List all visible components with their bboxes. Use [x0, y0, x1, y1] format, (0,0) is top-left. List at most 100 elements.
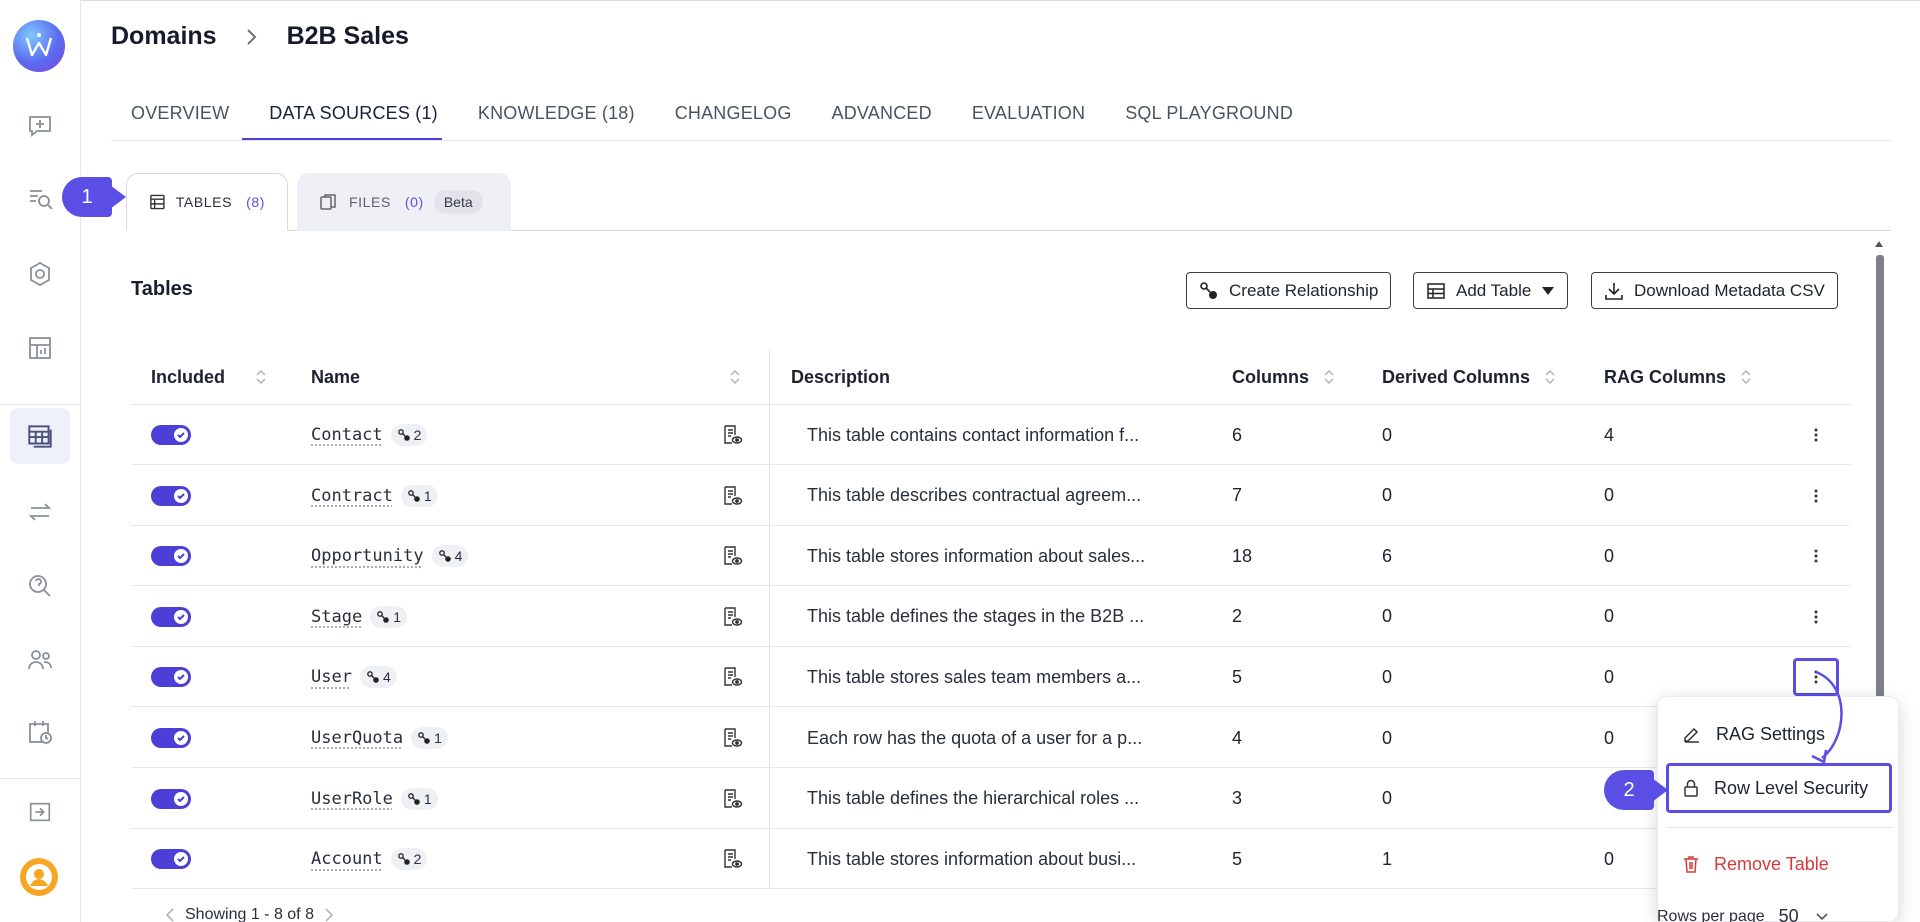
tab-advanced[interactable]: ADVANCED: [832, 103, 932, 138]
relationship-count-badge: 2: [390, 848, 428, 871]
description-text: This table stores sales team members a..…: [807, 666, 1142, 687]
menu-item-row-level-security[interactable]: Row Level Security: [1666, 763, 1892, 813]
tab-sql-playground[interactable]: SQL PLAYGROUND: [1125, 103, 1293, 138]
rows-per-page-select[interactable]: 50: [1779, 906, 1799, 922]
document-view-icon: [724, 849, 743, 868]
tab-changelog[interactable]: CHANGELOG: [675, 103, 792, 138]
column-header-columns[interactable]: Columns: [1232, 350, 1335, 404]
breadcrumb-root[interactable]: Domains: [111, 22, 217, 51]
chat-plus-icon[interactable]: [18, 104, 62, 148]
pagination-status: Showing 1 - 8 of 8: [185, 906, 314, 922]
header-label: Columns: [1232, 366, 1310, 387]
hexagon-network-icon[interactable]: [18, 252, 62, 296]
table-name-link[interactable]: Opportunity: [311, 546, 424, 566]
more-vertical-icon[interactable]: [1803, 422, 1829, 448]
toggle-switch[interactable]: [151, 849, 191, 870]
create-relationship-button[interactable]: Create Relationship: [1186, 272, 1392, 309]
trash-icon: [1684, 856, 1698, 873]
table-name-cell: Account 2: [311, 829, 428, 889]
view-metadata-button[interactable]: [721, 466, 743, 526]
included-toggle[interactable]: [151, 647, 191, 707]
table-name-link[interactable]: Contract: [311, 486, 393, 506]
included-toggle[interactable]: [151, 405, 191, 465]
included-toggle[interactable]: [151, 829, 191, 889]
menu-item-remove-table[interactable]: Remove Table: [1666, 839, 1892, 889]
view-metadata-button[interactable]: [721, 526, 743, 586]
table-name-link[interactable]: Account: [311, 849, 383, 869]
more-vertical-icon[interactable]: [1803, 483, 1829, 509]
chevron-down-icon[interactable]: [1815, 912, 1829, 922]
table-name-link[interactable]: UserRole: [311, 789, 393, 809]
logo-icon: [25, 33, 53, 57]
table-name-link[interactable]: UserQuota: [311, 728, 403, 748]
derived-columns-cell: 1: [1382, 848, 1393, 869]
more-vertical-icon[interactable]: [1803, 604, 1829, 630]
document-view-icon: [724, 607, 743, 626]
calendar-clock-icon[interactable]: [18, 710, 62, 754]
sort-icon: [256, 369, 266, 385]
column-header-name[interactable]: Name: [311, 350, 741, 404]
included-toggle[interactable]: [151, 708, 191, 768]
relationship-count: 4: [454, 548, 463, 565]
view-metadata-button[interactable]: [721, 708, 743, 768]
column-header-rag-columns[interactable]: RAG Columns: [1604, 350, 1752, 404]
annotation-arrow-icon: [1811, 670, 1843, 764]
tab-knowledge[interactable]: KNOWLEDGE (18): [478, 103, 635, 138]
check-icon: [174, 791, 188, 806]
included-toggle[interactable]: [151, 466, 191, 526]
check-icon: [174, 670, 188, 685]
toggle-switch[interactable]: [151, 485, 191, 506]
collapse-sidebar-icon[interactable]: [18, 790, 62, 834]
row-actions-cell: [1803, 526, 1829, 586]
view-metadata-button[interactable]: [721, 829, 743, 889]
toggle-switch[interactable]: [151, 606, 191, 627]
included-toggle[interactable]: [151, 587, 191, 647]
dashboard-chart-icon[interactable]: [18, 326, 62, 370]
transfer-arrows-icon[interactable]: [18, 490, 62, 534]
help-search-icon[interactable]: [18, 564, 62, 608]
column-header-derived-columns[interactable]: Derived Columns: [1382, 350, 1556, 404]
tab-evaluation[interactable]: EVALUATION: [972, 103, 1085, 138]
tab-data-sources[interactable]: DATA SOURCES (1): [269, 103, 438, 138]
sidebar-item-domains[interactable]: [10, 408, 70, 464]
add-table-button[interactable]: Add Table: [1413, 272, 1569, 309]
view-metadata-button[interactable]: [721, 405, 743, 465]
table-name-link[interactable]: User: [311, 667, 352, 687]
toggle-switch[interactable]: [151, 788, 191, 809]
search-list-icon[interactable]: [18, 176, 62, 220]
avatar[interactable]: [20, 858, 58, 896]
toggle-switch[interactable]: [151, 667, 191, 688]
chevron-left-icon[interactable]: [165, 908, 175, 922]
included-toggle[interactable]: [151, 769, 191, 829]
tab-overview[interactable]: OVERVIEW: [131, 103, 229, 138]
subtab-files[interactable]: FILES (0) Beta: [297, 173, 511, 231]
app-logo[interactable]: [13, 20, 65, 72]
view-metadata-button[interactable]: [721, 587, 743, 647]
more-vertical-icon[interactable]: [1803, 543, 1829, 569]
sort-icon: [1324, 369, 1334, 385]
check-icon: [174, 488, 188, 503]
relationship-count: 1: [423, 487, 432, 504]
toggle-switch[interactable]: [151, 728, 191, 748]
included-toggle[interactable]: [151, 526, 191, 586]
users-icon[interactable]: [18, 638, 62, 682]
view-metadata-button[interactable]: [721, 769, 743, 829]
chevron-right-icon: [245, 27, 259, 47]
step-marker-1: 1: [62, 177, 126, 217]
download-metadata-csv-button[interactable]: Download Metadata CSV: [1591, 272, 1838, 309]
subtab-tables[interactable]: TABLES (8): [126, 173, 288, 231]
toggle-switch[interactable]: [151, 546, 191, 567]
toggle-switch[interactable]: [151, 425, 191, 445]
table-name-link[interactable]: Stage: [311, 607, 362, 627]
chevron-right-icon[interactable]: [324, 908, 334, 922]
row-actions-cell: [1803, 405, 1829, 465]
table-name-link[interactable]: Contact: [311, 425, 383, 445]
relationship-count: 1: [423, 790, 432, 807]
column-header-description: Description: [791, 350, 890, 404]
add-table-label: Add Table: [1456, 280, 1532, 300]
breadcrumb: Domains B2B Sales: [111, 22, 409, 51]
column-header-included[interactable]: Included: [151, 350, 267, 404]
domain-tabs: OVERVIEW DATA SOURCES (1) KNOWLEDGE (18)…: [131, 103, 1333, 138]
view-metadata-button[interactable]: [721, 647, 743, 707]
section-title: Tables: [131, 278, 193, 300]
